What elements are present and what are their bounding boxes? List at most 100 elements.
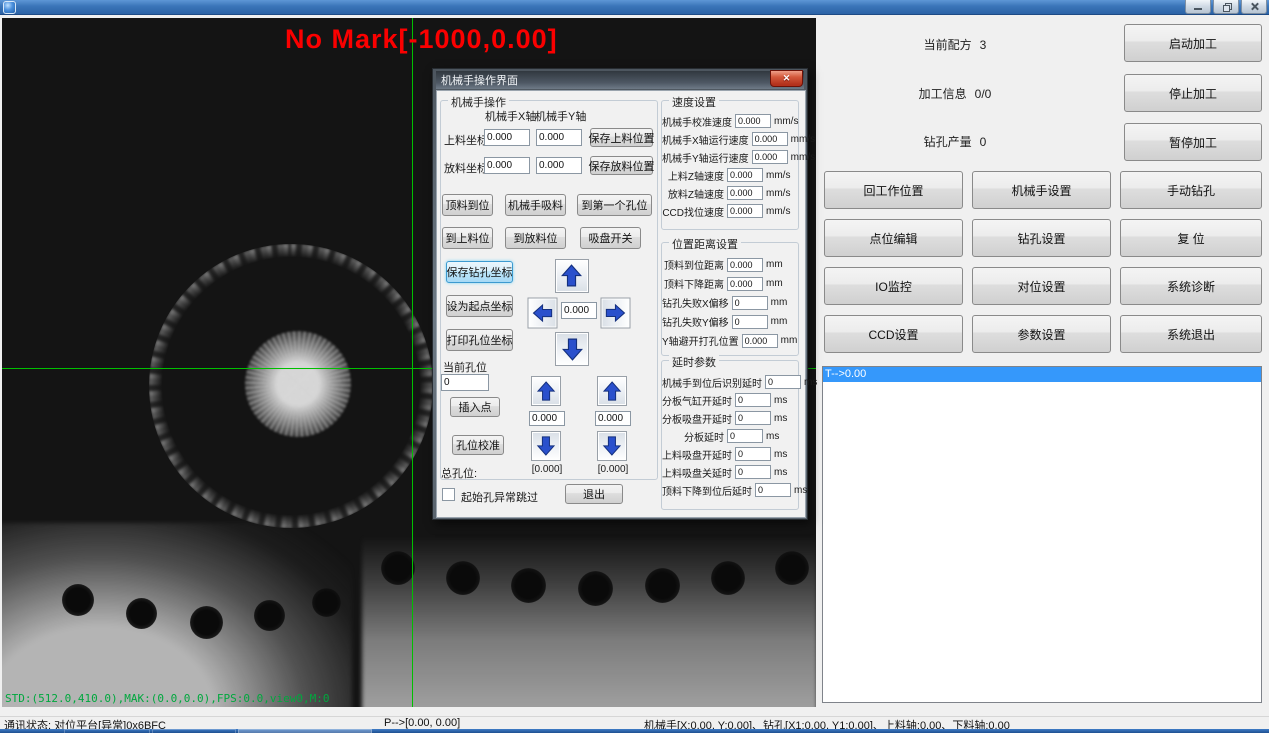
position-row-input[interactable]: [727, 277, 763, 291]
speed-row-input[interactable]: [752, 150, 788, 164]
hole-calibrate-button[interactable]: 孔位校准: [452, 435, 504, 455]
axis1-value-input[interactable]: [529, 411, 565, 426]
exit-button[interactable]: 退出: [565, 484, 623, 504]
to-load-position-button[interactable]: 到上料位: [442, 227, 493, 249]
delay-row-unit: ms: [771, 413, 794, 424]
parameter-settings-button[interactable]: 参数设置: [972, 315, 1111, 353]
axis1-up-button[interactable]: [531, 376, 561, 406]
speed-row-input[interactable]: [727, 204, 763, 218]
crosshair-vertical: [412, 18, 413, 707]
pause-processing-button[interactable]: 暂停加工: [1124, 123, 1262, 161]
up-arrow-icon: [560, 264, 583, 287]
jog-right-button[interactable]: [601, 298, 631, 329]
suction-toggle-button[interactable]: 吸盘开关: [580, 227, 641, 249]
delay-row-input[interactable]: [765, 375, 801, 389]
close-icon: [1250, 2, 1259, 11]
manual-drill-button[interactable]: 手动钻孔: [1120, 171, 1262, 209]
system-exit-button[interactable]: 系统退出: [1120, 315, 1262, 353]
jog-up-button[interactable]: [555, 259, 589, 293]
position-group: 位置距离设置 顶料到位距离mm 顶料下降距离mm 钻孔失败X偏移mm 钻孔失败Y…: [661, 242, 799, 356]
reset-button[interactable]: 复 位: [1120, 219, 1262, 257]
taskbar-button[interactable]: [152, 729, 236, 733]
print-hole-coord-button[interactable]: 打印孔位坐标: [446, 329, 513, 351]
left-arrow-icon: [532, 303, 552, 324]
position-row-input[interactable]: [742, 334, 778, 348]
position-row-label: 钻孔失败X偏移: [662, 295, 732, 310]
speed-row-input[interactable]: [735, 114, 771, 128]
minimize-button[interactable]: [1185, 0, 1211, 14]
point-edit-button[interactable]: 点位编辑: [824, 219, 963, 257]
speed-row-input[interactable]: [727, 186, 763, 200]
load-coord-y-input[interactable]: [536, 129, 582, 146]
robot-settings-button[interactable]: 机械手设置: [972, 171, 1111, 209]
window-titlebar[interactable]: [0, 0, 1269, 15]
hole: [190, 606, 223, 639]
axis2-up-button[interactable]: [597, 376, 627, 406]
speed-row-label: 机械手Y轴运行速度: [662, 150, 752, 165]
hole: [62, 584, 94, 616]
first-hole-button[interactable]: 到第一个孔位: [577, 194, 652, 216]
stop-processing-button[interactable]: 停止加工: [1124, 74, 1262, 112]
delay-row-input[interactable]: [727, 429, 763, 443]
load-coord-x-input[interactable]: [484, 129, 530, 146]
close-button[interactable]: [1241, 0, 1267, 14]
push-material-button[interactable]: 顶料到位: [442, 194, 493, 216]
taskbar-button[interactable]: [64, 729, 150, 733]
delay-row-unit: ms: [801, 377, 817, 388]
log-listbox[interactable]: T-->0.00: [822, 366, 1262, 703]
unload-coord-x-input[interactable]: [484, 157, 530, 174]
system-diagnosis-button[interactable]: 系统诊断: [1120, 267, 1262, 305]
return-work-position-button[interactable]: 回工作位置: [824, 171, 963, 209]
hole: [254, 600, 285, 631]
process-label: 加工信息: [919, 87, 967, 101]
position-row-input[interactable]: [732, 315, 768, 329]
application-window: No Mark[-1000,0.00] STD:(512.0,410.0),MA…: [0, 0, 1269, 733]
axis-x-header: 机械手X轴: [485, 108, 536, 124]
skip-abnormal-checkbox[interactable]: [442, 488, 455, 501]
start-processing-button[interactable]: 启动加工: [1124, 24, 1262, 62]
save-drill-coord-button[interactable]: 保存钻孔坐标: [446, 261, 513, 283]
jog-step-input[interactable]: [561, 302, 597, 319]
robot-suck-button[interactable]: 机械手吸料: [505, 194, 566, 216]
drill-settings-button[interactable]: 钻孔设置: [972, 219, 1111, 257]
current-hole-input[interactable]: [441, 374, 489, 391]
delay-row-unit: ms: [791, 485, 807, 496]
jog-down-button[interactable]: [555, 332, 589, 366]
alignment-settings-button[interactable]: 对位设置: [972, 267, 1111, 305]
delay-row-input[interactable]: [755, 483, 791, 497]
axis2-down-button[interactable]: [597, 431, 627, 461]
delay-row-input[interactable]: [735, 393, 771, 407]
insert-point-button[interactable]: 插入点: [450, 397, 500, 417]
dialog-close-button[interactable]: ✕: [770, 70, 803, 87]
load-coord-label: 上料坐标: [444, 132, 488, 148]
ccd-settings-button[interactable]: CCD设置: [824, 315, 963, 353]
delay-row-input[interactable]: [735, 447, 771, 461]
taskbar-button-active[interactable]: [238, 729, 372, 733]
speed-row-unit: mm/s: [788, 134, 815, 145]
to-unload-position-button[interactable]: 到放料位: [505, 227, 566, 249]
set-origin-coord-button[interactable]: 设为起点坐标: [446, 295, 513, 317]
unload-coord-y-input[interactable]: [536, 157, 582, 174]
speed-row-input[interactable]: [752, 132, 788, 146]
delay-row-input[interactable]: [735, 465, 771, 479]
delay-row-label: 顶料下降到位后延时: [662, 483, 755, 498]
axis2-value-input[interactable]: [595, 411, 631, 426]
position-row-input[interactable]: [732, 296, 768, 310]
speed-group: 速度设置 机械手校准速度mm/s 机械手X轴运行速度mm/s 机械手Y轴运行速度…: [661, 100, 799, 230]
save-load-position-button[interactable]: 保存上料位置: [590, 128, 653, 147]
dialog-titlebar[interactable]: 机械手操作界面: [436, 71, 804, 89]
io-monitor-button[interactable]: IO监控: [824, 267, 963, 305]
speed-row-input[interactable]: [727, 168, 763, 182]
position-row-unit: mm: [778, 335, 798, 346]
save-unload-position-button[interactable]: 保存放料位置: [590, 156, 653, 175]
log-item-selected[interactable]: T-->0.00: [823, 367, 1261, 382]
axis1-down-button[interactable]: [531, 431, 561, 461]
taskbar[interactable]: [0, 729, 1269, 733]
camera-terrain-right: [362, 536, 816, 707]
recipe-label: 当前配方: [924, 38, 972, 52]
delay-row-input[interactable]: [735, 411, 771, 425]
jog-left-button[interactable]: [528, 298, 558, 329]
hole: [775, 551, 809, 585]
restore-button[interactable]: [1213, 0, 1239, 14]
position-row-input[interactable]: [727, 258, 763, 272]
